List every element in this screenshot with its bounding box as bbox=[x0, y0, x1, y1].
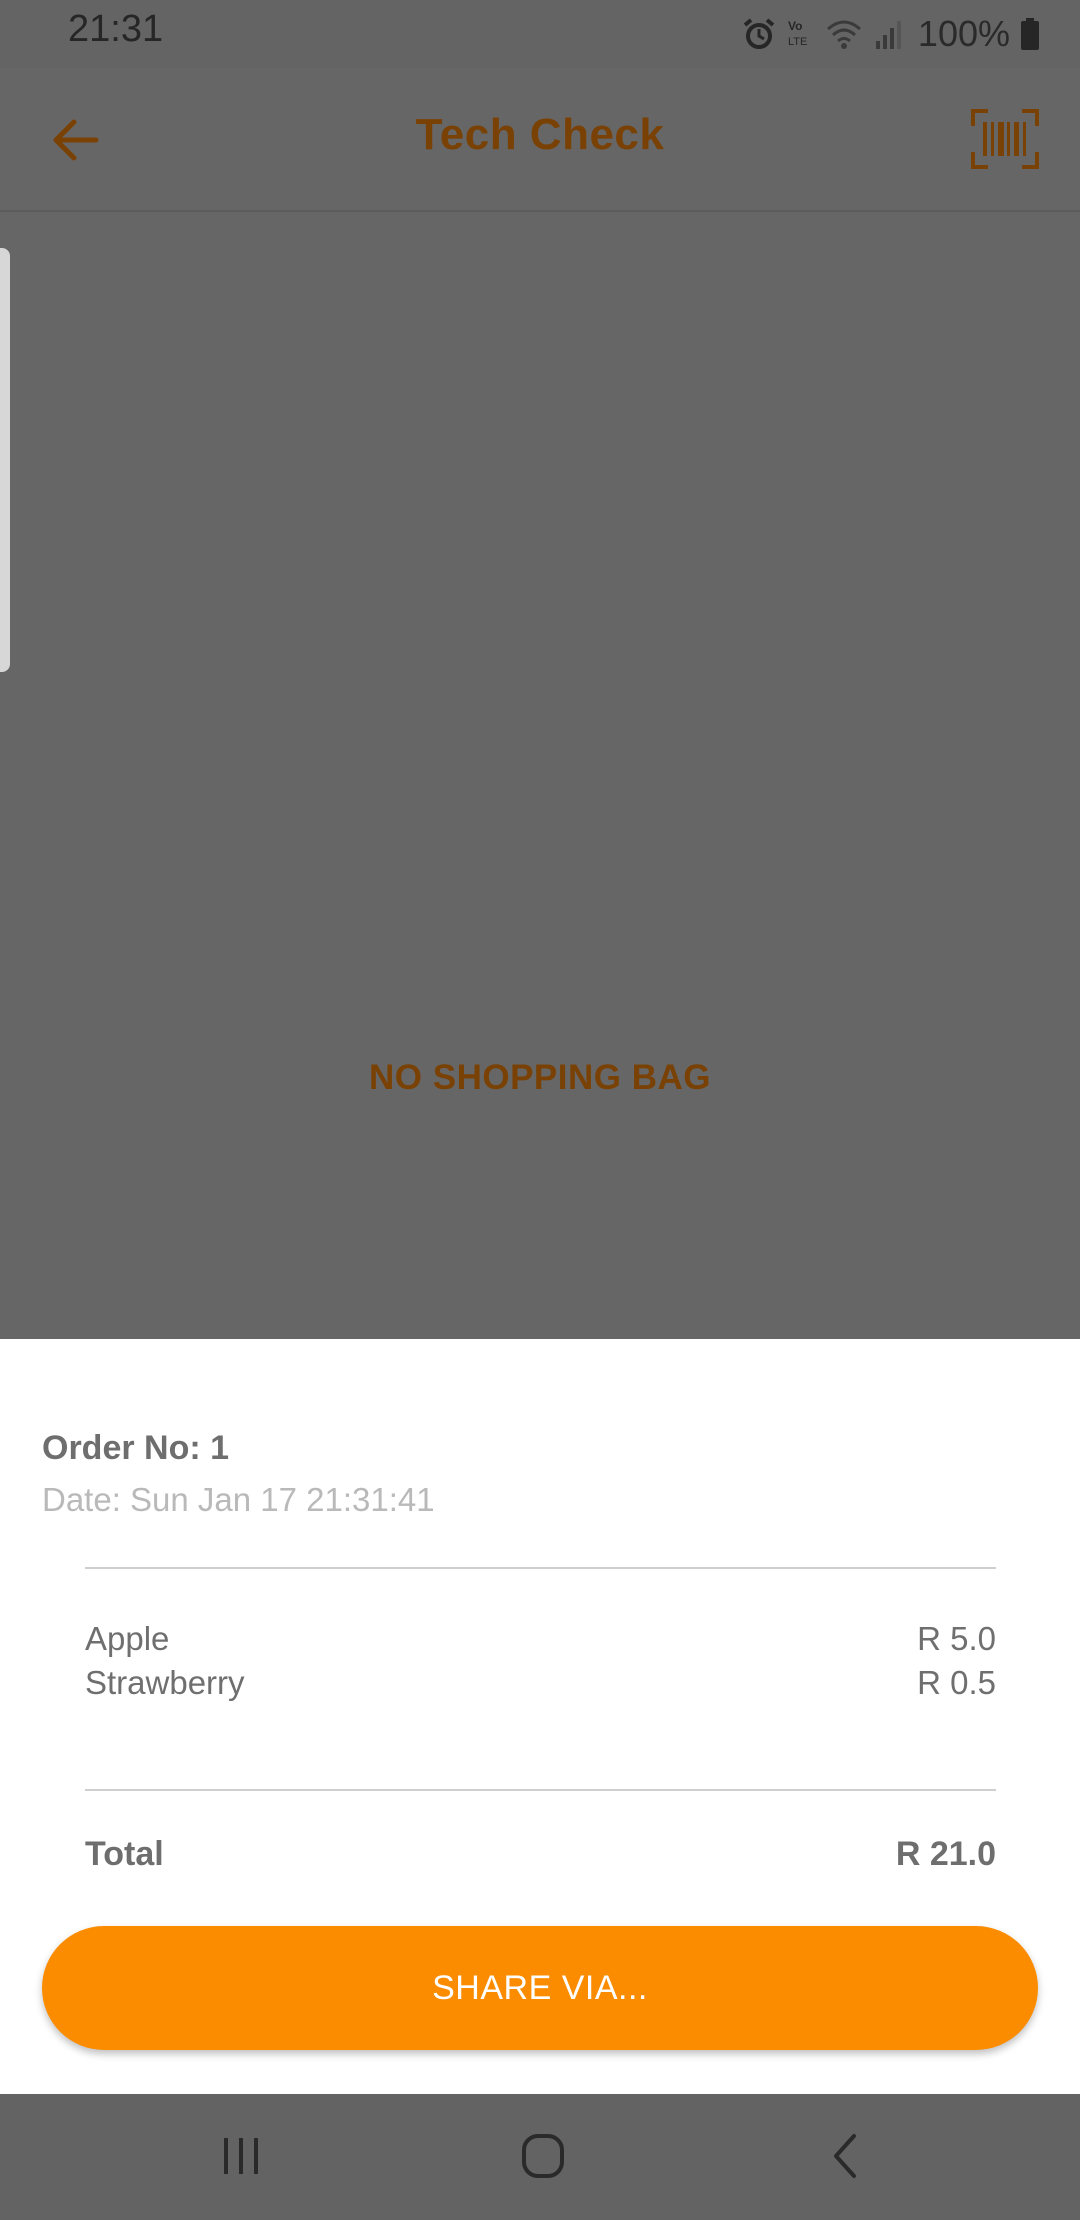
total-value: R 21.0 bbox=[895, 1835, 996, 1873]
status-bar: 21:31 Vo LTE 100% bbox=[0, 0, 1080, 68]
order-date: Date: Sun Jan 17 21:31:41 bbox=[42, 1481, 435, 1518]
recent-apps-button[interactable] bbox=[201, 2124, 281, 2188]
system-nav-bar bbox=[0, 2094, 1080, 2220]
item-name: Strawberry bbox=[85, 1664, 245, 1701]
share-button[interactable]: SHARE VIA... bbox=[42, 1926, 1038, 2050]
wifi-icon bbox=[824, 17, 864, 51]
recent-apps-icon bbox=[224, 2138, 258, 2174]
home-icon bbox=[522, 2134, 564, 2178]
item-name: Apple bbox=[85, 1620, 170, 1657]
divider bbox=[85, 1567, 996, 1569]
divider bbox=[85, 1789, 996, 1791]
volte-icon: Vo LTE bbox=[786, 17, 814, 51]
svg-text:LTE: LTE bbox=[788, 36, 807, 48]
barcode-scan-button[interactable] bbox=[970, 108, 1040, 170]
empty-bag-message: NO SHOPPING BAG bbox=[369, 1058, 711, 1097]
page-title: Tech Check bbox=[415, 110, 665, 159]
alarm-icon bbox=[742, 17, 776, 51]
back-nav-button[interactable] bbox=[806, 2124, 886, 2188]
item-price: R 0.5 bbox=[917, 1664, 996, 1701]
back-nav-icon bbox=[834, 2134, 856, 2178]
order-items-list: Apple R 5.0 Strawberry R 0.5 bbox=[85, 1617, 996, 1705]
status-time: 21:31 bbox=[68, 8, 164, 50]
order-number: Order No: 1 bbox=[42, 1429, 230, 1467]
battery-percentage: 100% bbox=[917, 13, 1010, 54]
signal-icon bbox=[874, 17, 904, 51]
barcode-scan-icon bbox=[971, 109, 1039, 169]
item-price: R 5.0 bbox=[917, 1620, 996, 1657]
list-item: Apple R 5.0 bbox=[85, 1617, 996, 1661]
total-row: Total R 21.0 bbox=[85, 1835, 996, 1874]
order-summary-sheet: Order No: 1 Date: Sun Jan 17 21:31:41 Ap… bbox=[0, 1339, 1080, 2094]
status-icons: Vo LTE 100% bbox=[742, 10, 1040, 58]
svg-text:Vo: Vo bbox=[788, 19, 802, 33]
home-button[interactable] bbox=[503, 2124, 583, 2188]
list-item: Strawberry R 0.5 bbox=[85, 1661, 996, 1705]
side-panel-handle[interactable] bbox=[0, 248, 10, 672]
app-bar: Tech Check bbox=[0, 68, 1080, 212]
battery-icon bbox=[1020, 17, 1040, 51]
total-label: Total bbox=[85, 1835, 164, 1873]
